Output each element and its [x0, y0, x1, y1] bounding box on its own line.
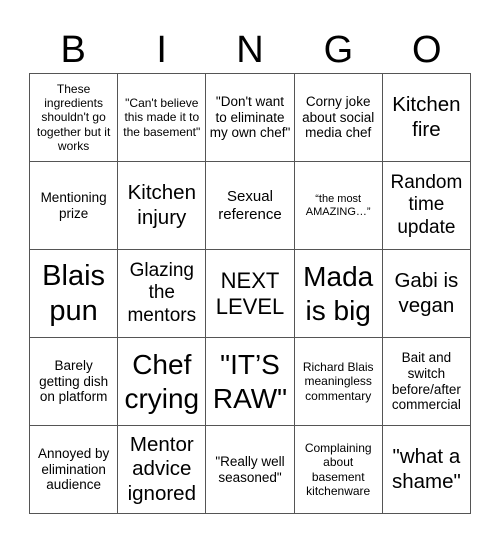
bingo-cell[interactable]: Annoyed by elimination audience — [29, 425, 118, 513]
bingo-cell[interactable]: Kitchen injury — [117, 161, 206, 249]
header-letter-n: N — [236, 29, 264, 71]
bingo-header: B I N G O — [29, 30, 471, 70]
bingo-cell[interactable]: Blais pun — [29, 249, 118, 337]
bingo-cell[interactable]: "Can't believe this made it to the basem… — [117, 73, 206, 161]
bingo-cell[interactable]: "Don't want to eliminate my own chef" — [205, 73, 294, 161]
bingo-cell[interactable]: Gabi is vegan — [381, 249, 470, 337]
bingo-cell[interactable]: Kitchen fire — [381, 73, 470, 161]
bingo-cell[interactable]: Chef crying — [117, 337, 206, 425]
bingo-cell[interactable]: Bait and switch before/after commercial — [381, 337, 470, 425]
bingo-grid: These ingredients shouldn't go together … — [29, 73, 471, 514]
header-letter-i: I — [156, 29, 167, 71]
bingo-cell[interactable]: Mada is big — [293, 249, 382, 337]
bingo-cell[interactable]: Richard Blais meaningless commentary — [293, 337, 382, 425]
bingo-cell[interactable]: "Really well seasoned" — [205, 425, 294, 513]
bingo-cell[interactable]: Glazing the mentors — [117, 249, 206, 337]
bingo-cell[interactable]: "what a shame" — [381, 425, 470, 513]
bingo-cell[interactable]: Mentor advice ignored — [117, 425, 206, 513]
bingo-cell[interactable]: Corny joke about social media chef — [293, 73, 382, 161]
bingo-cell[interactable]: “the most AMAZING…” — [293, 161, 382, 249]
bingo-cell[interactable]: Mentioning prize — [29, 161, 118, 249]
bingo-cell[interactable]: "IT’S RAW" — [205, 337, 294, 425]
header-letter-o: O — [412, 29, 442, 71]
bingo-cell[interactable]: These ingredients shouldn't go together … — [29, 73, 118, 161]
header-letter-b: B — [60, 29, 86, 71]
bingo-cell[interactable]: Barely getting dish on platform — [29, 337, 118, 425]
bingo-cell[interactable]: Random time update — [381, 161, 470, 249]
header-letter-g: G — [323, 29, 354, 71]
bingo-cell[interactable]: Sexual reference — [205, 161, 294, 249]
bingo-cell[interactable]: Complaining about basement kitchenware — [293, 425, 382, 513]
bingo-cell[interactable]: NEXT LEVEL — [205, 249, 294, 337]
